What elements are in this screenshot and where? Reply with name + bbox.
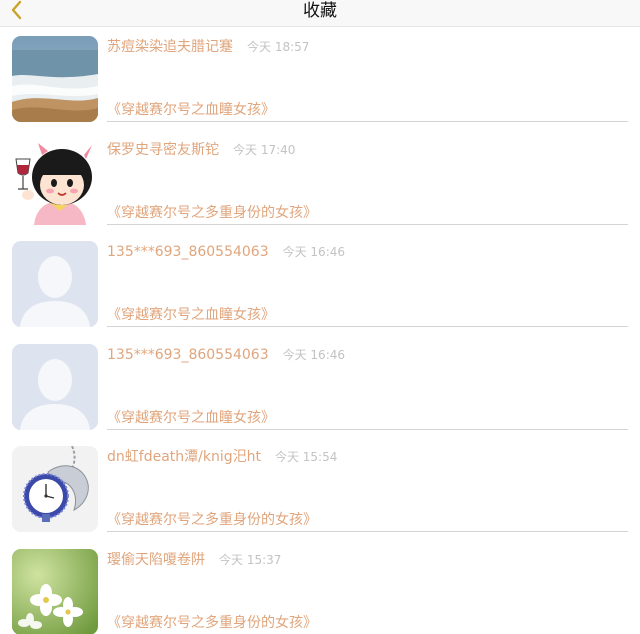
username: 135***693_860554063 今天 16:46 bbox=[107, 346, 346, 363]
avatar[interactable] bbox=[12, 343, 98, 430]
timestamp: 今天 15:37 bbox=[219, 552, 282, 567]
favorites-list: 苏痘染染追夫腊记蹇 今天 18:57 《穿越赛尔号之血瞳女孩》 保罗史寻密友斯铊… bbox=[0, 33, 640, 634]
username: 135***693_860554063 今天 16:46 bbox=[107, 244, 346, 261]
book-title-link[interactable]: 《穿越赛尔号之多重身份的女孩》 bbox=[107, 614, 317, 632]
divider bbox=[107, 428, 628, 430]
timestamp: 今天 16:46 bbox=[282, 347, 346, 362]
default-user-silhouette bbox=[12, 241, 98, 328]
avatar[interactable] bbox=[12, 36, 98, 122]
favorite-item[interactable]: 135***693_860554063 今天 16:46 《穿越赛尔号之血瞳女孩》 bbox=[0, 238, 640, 341]
avatar[interactable] bbox=[12, 446, 98, 533]
username: 苏痘染染追夫腊记蹇 今天 18:57 bbox=[107, 39, 310, 55]
navigation-bar: 收藏 bbox=[0, 0, 640, 27]
cartoon-girl-with-wine bbox=[12, 138, 98, 225]
favorite-item[interactable]: dn虹fdeath潭/knig汜ht 今天 15:54 《穿越赛尔号之多重身份的女… bbox=[0, 443, 640, 546]
book-title-link[interactable]: 《穿越赛尔号之血瞳女孩》 bbox=[107, 409, 275, 427]
timestamp: 今天 16:46 bbox=[282, 245, 346, 260]
favorite-item[interactable]: 135***693_860554063 今天 16:46 《穿越赛尔号之血瞳女孩》 bbox=[0, 341, 640, 444]
white-flowers-photo bbox=[12, 548, 98, 634]
timestamp: 今天 17:40 bbox=[233, 142, 296, 157]
username: 璎偷天陷嗄卷阱 今天 15:37 bbox=[107, 551, 282, 568]
book-title-link[interactable]: 《穿越赛尔号之血瞳女孩》 bbox=[107, 306, 275, 324]
favorites-screen: 收藏 苏痘染染追夫腊记蹇 今天 18:57 《穿越赛尔号之血瞳女孩》 保罗史寻密… bbox=[0, 0, 640, 634]
avatar[interactable] bbox=[12, 241, 98, 328]
timestamp: 今天 18:57 bbox=[247, 40, 310, 54]
page-title: 收藏 bbox=[303, 1, 337, 21]
favorite-item[interactable]: 璎偷天陷嗄卷阱 今天 15:37 《穿越赛尔号之多重身份的女孩》 bbox=[0, 546, 640, 634]
favorite-item[interactable]: 保罗史寻密友斯铊 今天 17:40 《穿越赛尔号之多重身份的女孩》 bbox=[0, 136, 640, 239]
avatar[interactable] bbox=[12, 548, 98, 634]
book-title-link[interactable]: 《穿越赛尔号之血瞳女孩》 bbox=[107, 101, 275, 119]
timestamp: 今天 15:54 bbox=[274, 450, 338, 465]
book-title-link[interactable]: 《穿越赛尔号之多重身份的女孩》 bbox=[107, 511, 317, 529]
dolphin-watch-photo bbox=[12, 446, 98, 533]
divider bbox=[107, 223, 628, 225]
book-title-link[interactable]: 《穿越赛尔号之多重身份的女孩》 bbox=[107, 204, 317, 222]
default-user-silhouette bbox=[12, 343, 98, 430]
divider bbox=[107, 326, 628, 328]
divider bbox=[107, 121, 628, 122]
favorite-item[interactable]: 苏痘染染追夫腊记蹇 今天 18:57 《穿越赛尔号之血瞳女孩》 bbox=[0, 33, 640, 136]
beach-photo bbox=[12, 36, 98, 122]
avatar[interactable] bbox=[12, 138, 98, 225]
username: 保罗史寻密友斯铊 今天 17:40 bbox=[107, 141, 296, 158]
username: dn虹fdeath潭/knig汜ht 今天 15:54 bbox=[107, 449, 338, 466]
divider bbox=[107, 531, 628, 533]
